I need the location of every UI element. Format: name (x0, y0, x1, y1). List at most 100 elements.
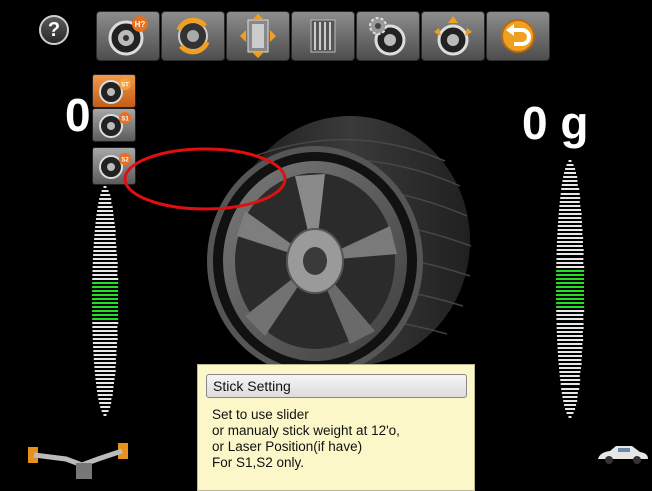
stick-setting-tooltip: Stick Setting Set to use slider or manua… (197, 364, 475, 491)
gauge-tick (559, 204, 581, 207)
gauge-tick (92, 322, 118, 324)
gauge-tick (97, 394, 113, 396)
gauge-tick (92, 294, 118, 296)
gauge-tick (566, 164, 574, 167)
gauge-tick (95, 218, 115, 220)
gauge-tick (556, 261, 584, 264)
toolbar: H? (96, 11, 550, 61)
gauge-tick (556, 241, 584, 244)
gauge-tick (562, 180, 578, 183)
grid-bars-icon (310, 19, 336, 53)
wheel-help-icon: H? (108, 16, 148, 56)
gauge-tick (557, 350, 583, 353)
highlight-circle (123, 147, 287, 211)
gauge-tick (94, 366, 116, 368)
gauge-tick (563, 176, 577, 179)
svg-text:H?: H? (135, 20, 146, 29)
gauge-tick (92, 318, 118, 320)
gauge-tick (556, 273, 584, 276)
gauge-tick (100, 194, 110, 196)
gauge-tick (92, 342, 118, 344)
gauge-tick (94, 370, 116, 372)
gauge-tick (97, 210, 113, 212)
help-button[interactable]: ? (39, 15, 69, 45)
gauge-tick (94, 238, 116, 240)
car-icon[interactable] (596, 444, 650, 466)
gauge-tick (96, 386, 114, 388)
gauge-tick (95, 374, 115, 376)
gauge-tick (557, 342, 583, 345)
wheel-s1-icon: S1 (99, 112, 131, 138)
stick-mode-s1-button[interactable]: S1 (92, 108, 136, 142)
gauge-tick (556, 318, 584, 321)
stick-mode-st-button[interactable]: ST (92, 74, 136, 108)
wheel-st-icon: ST (99, 78, 131, 104)
settings-button[interactable] (356, 11, 420, 61)
gauge-tick (557, 225, 583, 228)
gauge-tick (92, 334, 118, 336)
gauge-tick (558, 355, 582, 358)
gauge-tick (92, 310, 118, 312)
gauge-tick (101, 190, 109, 192)
gauge-tick (93, 242, 117, 244)
svg-text:S1: S1 (121, 117, 129, 123)
tooltip-line: Set to use slider (212, 407, 309, 422)
gauge-tick (557, 229, 583, 232)
gauge-tick (568, 160, 572, 162)
gauge-tick (93, 358, 117, 360)
gauge-tick (556, 277, 584, 280)
gauge-tick (561, 184, 579, 187)
weight-stick-tool-icon[interactable] (26, 437, 130, 481)
gauge-tick (93, 254, 117, 256)
gauge-tick (556, 253, 584, 256)
right-weight-value: 0 g (522, 97, 589, 149)
position-button[interactable] (226, 11, 290, 61)
gauge-tick (559, 208, 581, 211)
gauge-tick (556, 330, 584, 333)
gauge-tick (558, 216, 582, 219)
back-button[interactable] (486, 11, 550, 61)
gauge-tick (559, 375, 581, 378)
gauge-tick (96, 214, 114, 216)
position-arrows-icon (240, 14, 276, 58)
gauge-tick (94, 230, 116, 232)
gauge-tick (95, 226, 115, 228)
gauge-tick (559, 200, 581, 203)
gauge-tick (560, 192, 580, 195)
gauge-tick (560, 196, 580, 199)
gauge-tick (556, 265, 584, 268)
grid-button[interactable] (291, 11, 355, 61)
gauge-tick (103, 186, 107, 188)
gauge-tick (99, 198, 111, 200)
gauge-tick (558, 220, 582, 223)
gauge-tick (92, 274, 118, 276)
gauge-tick (99, 402, 111, 404)
gauge-tick (560, 383, 580, 386)
calibration-button[interactable] (421, 11, 485, 61)
gauge-tick (556, 326, 584, 329)
gauge-tick (557, 346, 583, 349)
gauge-tick (97, 206, 113, 208)
gauge-tick (565, 168, 575, 171)
gauge-tick (92, 290, 118, 292)
gauge-tick (92, 298, 118, 300)
gauge-tick (101, 410, 109, 412)
left-balance-gauge (75, 186, 135, 416)
rotate-button[interactable] (161, 11, 225, 61)
gauge-tick (93, 250, 117, 252)
gauge-tick (568, 416, 572, 418)
wheel-help-button[interactable]: H? (96, 11, 160, 61)
gauge-tick (92, 306, 118, 308)
gauge-tick (92, 278, 118, 280)
gauge-tick (558, 359, 582, 362)
gauge-tick (564, 172, 576, 175)
gauge-tick (93, 346, 117, 348)
gauge-tick (564, 403, 576, 406)
gauge-tick (565, 407, 575, 410)
gauge-tick (561, 387, 579, 390)
gauge-tick (557, 233, 583, 236)
gauge-tick (556, 269, 584, 272)
svg-text:ST: ST (121, 83, 129, 89)
gauge-tick (556, 249, 584, 252)
gauge-tick (92, 326, 118, 328)
